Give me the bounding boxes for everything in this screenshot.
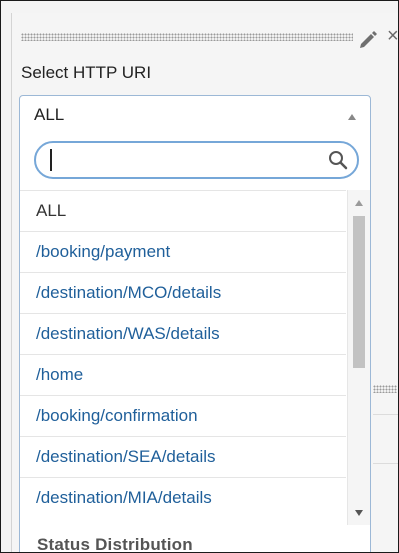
option-list: ALL /booking/payment /destination/MCO/de… bbox=[20, 190, 346, 518]
option-booking-confirmation[interactable]: /booking/confirmation bbox=[20, 395, 346, 436]
field-label: Select HTTP URI bbox=[21, 63, 152, 82]
scroll-up-arrow-icon[interactable] bbox=[355, 200, 363, 206]
search-field[interactable] bbox=[34, 141, 359, 179]
option-home[interactable]: /home bbox=[20, 354, 346, 395]
screenshot-frame: × Select HTTP URI ALL ALL /booking/payme… bbox=[0, 0, 399, 553]
drag-handle[interactable] bbox=[21, 33, 353, 41]
pencil-icon[interactable] bbox=[357, 28, 379, 50]
option-destination-mia-details[interactable]: /destination/MIA/details bbox=[20, 477, 346, 518]
scroll-thumb[interactable] bbox=[353, 216, 365, 368]
close-icon[interactable]: × bbox=[387, 25, 398, 48]
http-uri-select[interactable]: ALL bbox=[19, 95, 371, 133]
option-booking-payment[interactable]: /booking/payment bbox=[20, 231, 346, 272]
option-destination-sea-details[interactable]: /destination/SEA/details bbox=[20, 436, 346, 477]
option-all[interactable]: ALL bbox=[20, 190, 346, 231]
chevron-up-icon bbox=[348, 114, 356, 120]
background-widget-handle bbox=[373, 385, 397, 393]
search-icon bbox=[329, 151, 348, 170]
search-input[interactable] bbox=[48, 149, 322, 173]
option-destination-was-details[interactable]: /destination/WAS/details bbox=[20, 313, 346, 354]
background-divider bbox=[373, 463, 398, 464]
background-divider bbox=[373, 414, 398, 415]
option-destination-mco-details[interactable]: /destination/MCO/details bbox=[20, 272, 346, 313]
background-widget-title: Status Distribution bbox=[37, 535, 193, 553]
dropdown-panel: ALL /booking/payment /destination/MCO/de… bbox=[19, 132, 371, 552]
scroll-down-arrow-icon[interactable] bbox=[355, 510, 363, 516]
dropdown-scrollbar[interactable] bbox=[347, 190, 370, 525]
select-current-value: ALL bbox=[34, 105, 65, 124]
text-cursor bbox=[50, 149, 52, 171]
